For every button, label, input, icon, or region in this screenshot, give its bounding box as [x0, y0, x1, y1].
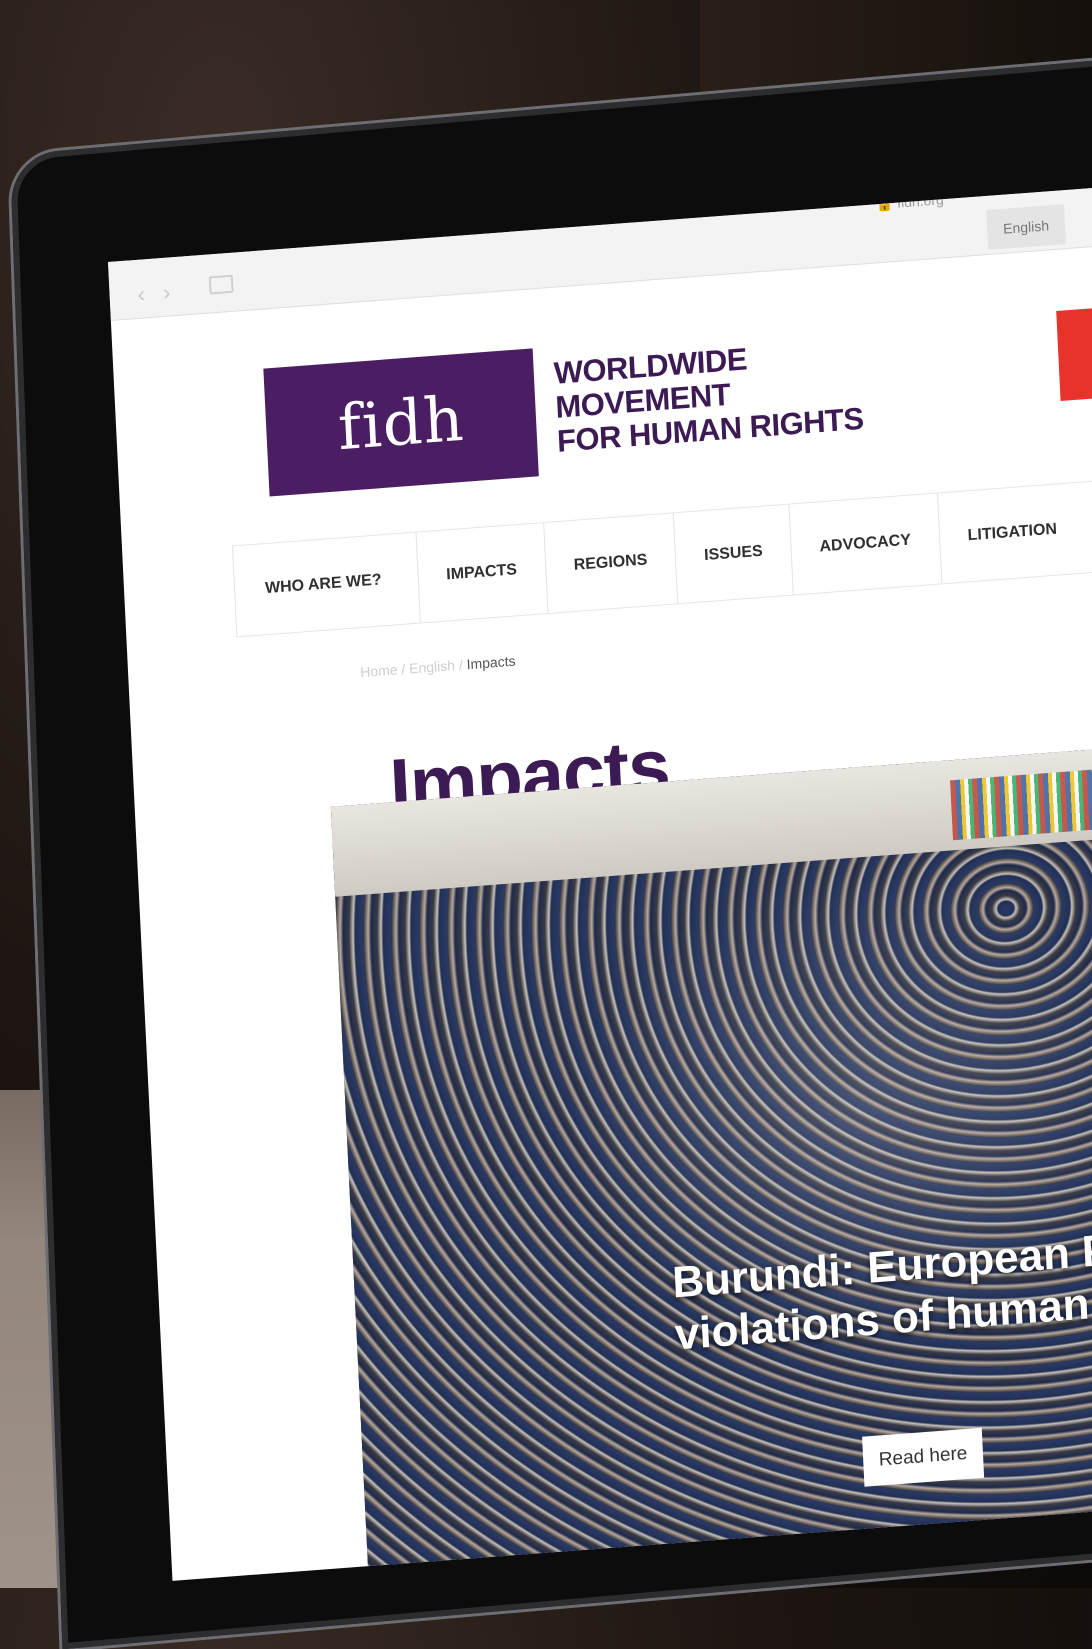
menu-item-impacts[interactable]: IMPACTS: [415, 523, 548, 623]
menu-item-issues[interactable]: ISSUES: [673, 504, 793, 604]
hero-caption[interactable]: Burundi: European Pa violations of human…: [671, 1201, 1092, 1362]
logo-text: fidh: [336, 381, 466, 464]
breadcrumb-home[interactable]: Home: [360, 661, 398, 680]
main-menu: WHO ARE WE? IMPACTS REGIONS ISSUES ADVOC…: [231, 470, 1092, 638]
back-forward-icon[interactable]: ‹ ›: [137, 279, 177, 308]
sidebar-toggle-icon[interactable]: [208, 274, 234, 295]
breadcrumb: Home / English / Impacts: [360, 653, 516, 681]
breadcrumb-lang[interactable]: English: [409, 657, 456, 676]
breadcrumb-separator: /: [454, 656, 467, 674]
site-logo[interactable]: fidh: [263, 348, 539, 497]
menu-item-advocacy[interactable]: ADVOCACY: [788, 493, 942, 595]
menu-item-who-are-we[interactable]: WHO ARE WE?: [232, 532, 420, 637]
menu-item-regions[interactable]: REGIONS: [542, 513, 678, 614]
breadcrumb-separator: /: [397, 660, 410, 678]
hero-image[interactable]: Burundi: European Pa violations of human…: [330, 737, 1092, 1567]
laptop: ‹ › 🔒 fidh.org English fidh WORLDWIDE MO…: [0, 0, 1092, 1649]
site-tagline: WORLDWIDE MOVEMENT FOR HUMAN RIGHTS: [553, 330, 917, 458]
donate-banner[interactable]: [1056, 299, 1092, 401]
menu-item-litigation[interactable]: LITIGATION: [936, 482, 1088, 584]
read-here-button[interactable]: Read here: [862, 1427, 985, 1487]
language-button[interactable]: English: [986, 204, 1066, 250]
laptop-screen: ‹ › 🔒 fidh.org English fidh WORLDWIDE MO…: [108, 179, 1092, 1581]
breadcrumb-current: Impacts: [466, 652, 516, 673]
